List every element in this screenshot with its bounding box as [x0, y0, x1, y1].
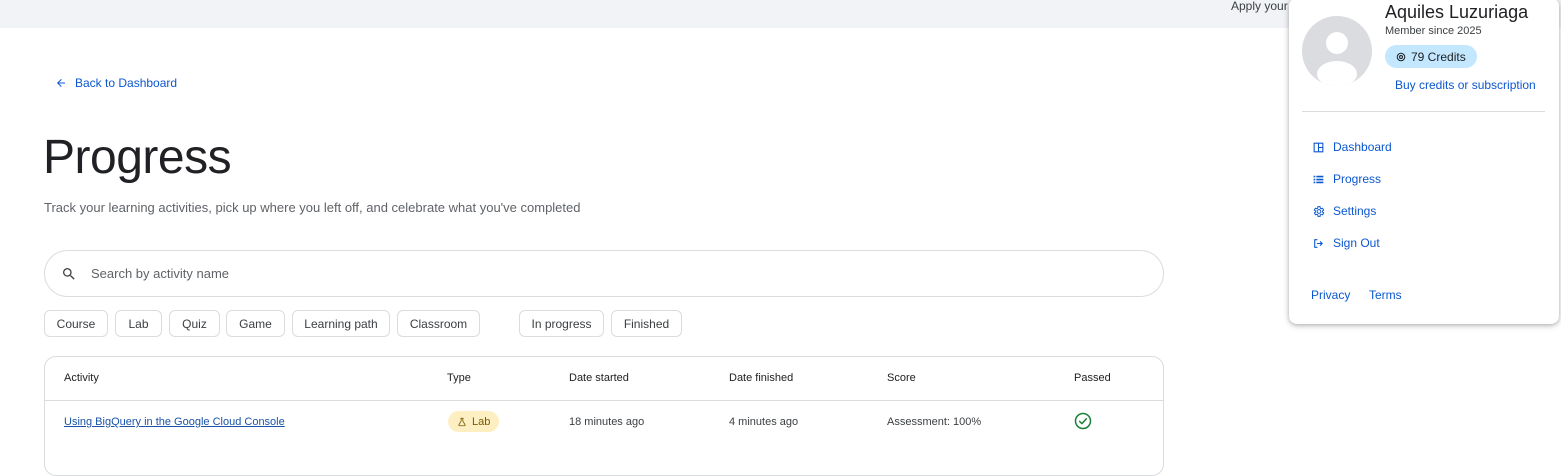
chip-classroom[interactable]: Classroom	[397, 310, 480, 337]
activity-table: Activity Type Date started Date finished…	[44, 356, 1164, 476]
page-title: Progress	[43, 131, 232, 184]
check-circle-icon	[1074, 412, 1092, 430]
chip-game[interactable]: Game	[226, 310, 285, 337]
chip-in-progress[interactable]: In progress	[519, 310, 604, 337]
column-header-date-started[interactable]: Date started	[569, 372, 629, 384]
buy-credits-link[interactable]: Buy credits or subscription	[1395, 78, 1536, 92]
arrow-left-icon	[57, 79, 65, 87]
menu-item-sign-out-label: Sign Out	[1333, 236, 1380, 250]
column-header-date-finished[interactable]: Date finished	[729, 372, 793, 384]
list-icon	[1313, 175, 1324, 183]
menu-item-settings[interactable]: Settings	[1312, 204, 1376, 218]
date-finished-cell: 4 minutes ago	[729, 416, 799, 428]
user-name: Aquiles Luzuriaga	[1385, 2, 1529, 22]
user-placeholder-icon	[1317, 32, 1357, 86]
back-to-dashboard-label: Back to Dashboard	[75, 76, 178, 90]
column-header-score[interactable]: Score	[887, 372, 916, 384]
menu-item-sign-out[interactable]: Sign Out	[1312, 236, 1380, 250]
menu-item-dashboard-label: Dashboard	[1333, 140, 1392, 154]
activity-link[interactable]: Using BigQuery in the Google Cloud Conso…	[64, 416, 285, 428]
top-banner-text: Apply your s	[1231, 0, 1298, 13]
credits-icon	[1396, 52, 1406, 61]
back-to-dashboard-link[interactable]: Back to Dashboard	[55, 76, 177, 90]
gear-icon	[1313, 205, 1325, 217]
column-header-type[interactable]: Type	[447, 372, 471, 384]
terms-link[interactable]: Terms	[1369, 288, 1402, 302]
column-header-activity[interactable]: Activity	[64, 372, 99, 384]
user-menu-popover: Aquiles Luzuriaga Member since 2025 79 C…	[1289, 0, 1559, 324]
menu-item-settings-label: Settings	[1333, 204, 1377, 218]
avatar	[1302, 16, 1372, 86]
search-bar[interactable]	[44, 250, 1164, 297]
dashboard-icon	[1313, 142, 1324, 152]
sign-out-icon	[1314, 238, 1323, 248]
credits-badge: 79 Credits	[1385, 45, 1477, 68]
member-since: Member since 2025	[1385, 25, 1482, 37]
column-header-passed[interactable]: Passed	[1074, 372, 1111, 384]
flask-icon	[458, 417, 466, 426]
menu-item-dashboard[interactable]: Dashboard	[1312, 140, 1392, 154]
search-icon	[63, 267, 75, 280]
menu-item-progress[interactable]: Progress	[1312, 172, 1381, 186]
chip-lab[interactable]: Lab	[115, 310, 162, 337]
type-badge-label: Lab	[472, 415, 491, 428]
menu-divider	[1302, 111, 1545, 112]
type-badge: Lab	[448, 411, 500, 432]
chip-quiz[interactable]: Quiz	[169, 310, 220, 337]
search-input[interactable]	[91, 266, 1091, 281]
chip-course[interactable]: Course	[44, 310, 108, 337]
table-header-divider	[45, 400, 1163, 401]
chip-finished[interactable]: Finished	[611, 310, 682, 337]
date-started-cell: 18 minutes ago	[569, 416, 645, 428]
credits-label: 79 Credits	[1411, 49, 1466, 64]
chip-learning-path[interactable]: Learning path	[292, 310, 390, 337]
score-cell: Assessment: 100%	[887, 416, 982, 428]
page-subtitle: Track your learning activities, pick up …	[44, 200, 581, 215]
menu-item-progress-label: Progress	[1333, 172, 1382, 186]
activity-cell: Using BigQuery in the Google Cloud Conso…	[64, 416, 285, 428]
privacy-link[interactable]: Privacy	[1311, 288, 1350, 302]
